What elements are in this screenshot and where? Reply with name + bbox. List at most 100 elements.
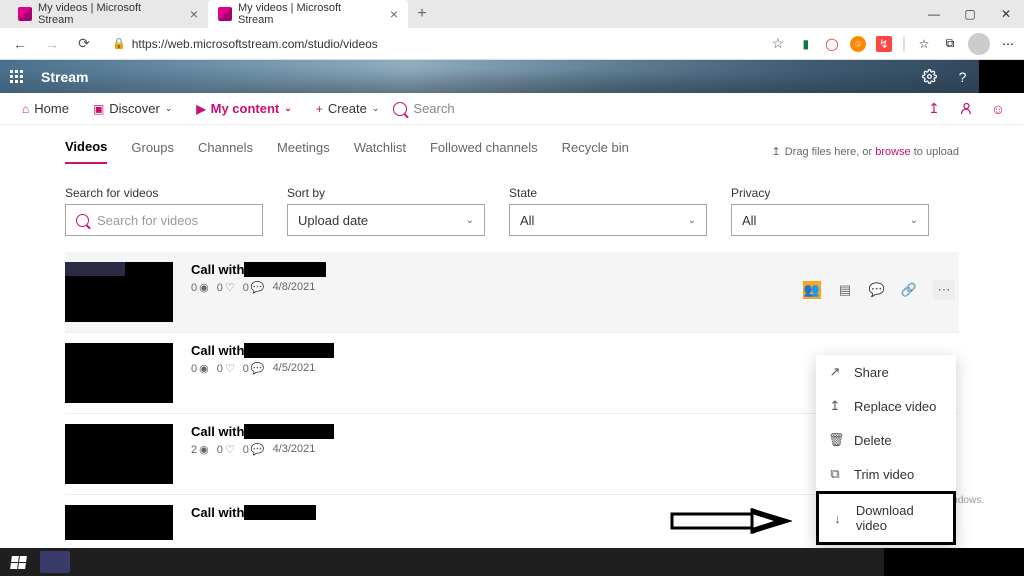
- plus-icon: +: [316, 102, 323, 116]
- browser-tab-active[interactable]: My videos | Microsoft Stream ×: [208, 0, 408, 28]
- windows-logo-icon: [10, 556, 27, 569]
- add-to-list-icon[interactable]: ▤: [837, 282, 853, 298]
- gear-icon: [922, 69, 937, 84]
- app-launcher-button[interactable]: [0, 60, 33, 93]
- sort-select[interactable]: Upload date⌄: [287, 204, 485, 236]
- menu-replace[interactable]: ↥Replace video: [816, 389, 956, 423]
- stream-favicon-icon: [218, 7, 232, 21]
- maximize-button[interactable]: ▢: [952, 0, 988, 28]
- browse-link[interactable]: browse: [875, 146, 910, 158]
- video-thumbnail[interactable]: [65, 505, 173, 540]
- nav-my-content[interactable]: ▶My content⌄: [186, 93, 301, 124]
- tab-videos[interactable]: Videos: [65, 139, 107, 164]
- nav-search[interactable]: Search: [393, 101, 454, 116]
- likes-icon: ♡: [225, 362, 235, 375]
- tab-recycle[interactable]: Recycle bin: [562, 140, 629, 163]
- tab-meetings[interactable]: Meetings: [277, 140, 330, 163]
- menu-download[interactable]: ↓Download video: [816, 491, 956, 545]
- chevron-down-icon: ⌄: [372, 103, 380, 114]
- comment-icon[interactable]: 💬: [869, 282, 885, 298]
- settings-button[interactable]: [913, 60, 946, 93]
- chevron-down-icon: ⌄: [910, 215, 918, 226]
- stream-favicon-icon: [18, 7, 32, 21]
- home-icon: ⌂: [22, 102, 29, 116]
- tab-followed[interactable]: Followed channels: [430, 140, 538, 163]
- back-button[interactable]: ←: [8, 32, 32, 56]
- profile-avatar[interactable]: [968, 33, 990, 55]
- browser-tab-strip: My videos | Microsoft Stream × My videos…: [0, 0, 1024, 28]
- search-label: Search for videos: [65, 186, 263, 200]
- video-row[interactable]: Call with 0◉ 0♡ 0💬 4/8/2021 👥 ▤ 💬 🔗 ⋯: [65, 252, 959, 333]
- redacted-avatar: [979, 60, 1024, 93]
- search-input[interactable]: [65, 204, 263, 236]
- tab-watchlist[interactable]: Watchlist: [354, 140, 406, 163]
- shield-ext-icon[interactable]: ▮: [798, 36, 814, 52]
- page-content: Stream ? ⌂Home ▣Discover⌄ ▶My content⌄ +…: [0, 60, 1024, 548]
- likes-icon: ♡: [225, 443, 235, 456]
- redacted-name: [244, 343, 334, 358]
- video-thumbnail[interactable]: [65, 424, 173, 484]
- forward-button[interactable]: →: [40, 32, 64, 56]
- redacted-name: [244, 505, 316, 520]
- upload-button[interactable]: ↥: [920, 95, 948, 123]
- window-controls: — ▢ ✕: [916, 0, 1024, 28]
- close-icon[interactable]: ×: [390, 6, 398, 22]
- video-title-prefix: Call with: [191, 424, 244, 439]
- comments-icon: 💬: [251, 443, 265, 456]
- menu-delete[interactable]: 🗑Delete: [816, 423, 956, 457]
- state-label: State: [509, 186, 707, 200]
- video-thumbnail[interactable]: [65, 262, 173, 322]
- nav-create[interactable]: +Create⌄: [306, 93, 390, 124]
- video-date: 4/5/2021: [273, 362, 316, 375]
- menu-trim[interactable]: ⧉Trim video: [816, 457, 956, 491]
- video-title-prefix: Call with: [191, 262, 244, 277]
- blocker-ext-icon[interactable]: ⦸: [850, 36, 866, 52]
- close-icon[interactable]: ×: [190, 6, 198, 22]
- feedback-button[interactable]: ☺: [984, 95, 1012, 123]
- video-date: 4/8/2021: [273, 281, 316, 294]
- favorites-bar-icon[interactable]: ☆: [916, 36, 932, 52]
- collections-icon[interactable]: ⧉: [942, 36, 958, 52]
- help-button[interactable]: ?: [946, 60, 979, 93]
- chevron-down-icon: ⌄: [284, 103, 292, 114]
- state-select[interactable]: All⌄: [509, 204, 707, 236]
- tab-channels[interactable]: Channels: [198, 140, 253, 163]
- likes-icon: ♡: [225, 281, 235, 294]
- opera-ext-icon[interactable]: ◯: [824, 36, 840, 52]
- chevron-down-icon: ⌄: [688, 215, 696, 226]
- close-window-button[interactable]: ✕: [988, 0, 1024, 28]
- tab-groups[interactable]: Groups: [131, 140, 174, 163]
- sort-label: Sort by: [287, 186, 485, 200]
- tab-title: My videos | Microsoft Stream: [38, 2, 178, 26]
- more-actions-button[interactable]: ⋯: [933, 280, 955, 300]
- more-browser-icon[interactable]: ⋯: [1000, 36, 1016, 52]
- video-thumbnail[interactable]: [65, 343, 173, 403]
- taskbar-redacted: [884, 548, 1024, 576]
- menu-share[interactable]: ↗Share: [816, 355, 956, 389]
- start-button[interactable]: [0, 548, 36, 576]
- profile-button[interactable]: [952, 95, 980, 123]
- search-icon: [76, 214, 89, 227]
- drag-hint: ↥ Drag files here, or browse to upload: [772, 145, 960, 158]
- favorite-icon[interactable]: ☆: [766, 32, 790, 56]
- video-date: 4/3/2021: [273, 443, 316, 456]
- red-ext-icon[interactable]: ↯: [876, 36, 892, 52]
- nav-discover[interactable]: ▣Discover⌄: [83, 93, 182, 124]
- search-field[interactable]: [97, 213, 252, 228]
- trash-icon: 🗑: [828, 432, 842, 448]
- privacy-badge-icon[interactable]: 👥: [803, 281, 821, 299]
- views-icon: ◉: [199, 362, 209, 375]
- minimize-button[interactable]: —: [916, 0, 952, 28]
- windows-taskbar: [0, 548, 1024, 576]
- privacy-select[interactable]: All⌄: [731, 204, 929, 236]
- url-field[interactable]: 🔒 https://web.microsoftstream.com/studio…: [104, 35, 758, 53]
- redacted-name: [244, 424, 334, 439]
- taskbar-app[interactable]: [40, 551, 70, 573]
- filters: Search for videos Sort by Upload date⌄ S…: [65, 186, 959, 236]
- refresh-button[interactable]: ⟳: [72, 32, 96, 56]
- extension-icons: ▮ ◯ ⦸ ↯ | ☆ ⧉ ⋯: [798, 33, 1016, 55]
- browser-tab[interactable]: My videos | Microsoft Stream ×: [8, 0, 208, 28]
- new-tab-button[interactable]: +: [408, 0, 436, 28]
- link-icon[interactable]: 🔗: [901, 282, 917, 298]
- nav-home[interactable]: ⌂Home: [12, 93, 79, 124]
